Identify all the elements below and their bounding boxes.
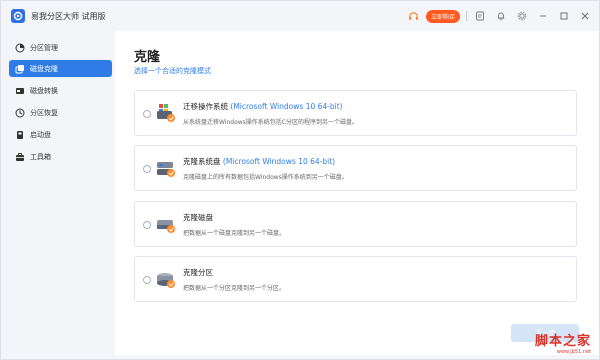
- option-title: 克隆系统盘 (Microsoft Windows 10 64-bit): [183, 156, 335, 167]
- sidebar-item-toolbox[interactable]: 工具箱: [9, 148, 112, 165]
- radio-button[interactable]: [143, 165, 151, 173]
- watermark-url: www.jb51.net: [556, 349, 591, 355]
- option-title-text: 克隆系统盘: [183, 157, 223, 166]
- sidebar-item-label: 磁盘克隆: [30, 64, 58, 73]
- clone-system-disk-icon: [155, 157, 177, 179]
- option-description: 克隆磁盘上的所有数据包括Windows操作系统到另一个磁盘。: [183, 174, 348, 181]
- app-title: 易我分区大师 试用版: [31, 11, 106, 21]
- sidebar-item-bootdisk[interactable]: 启动盘: [9, 126, 112, 143]
- option-title: 迁移操作系统 (Microsoft Windows 10 64-bit): [183, 101, 343, 112]
- option-card-migrate-os[interactable]: 迁移操作系统 (Microsoft Windows 10 64-bit) 从系统…: [134, 90, 577, 136]
- main-panel: 克隆 选择一个合适的克隆模式 迁移操作系统 (Microsoft Windows…: [115, 31, 599, 355]
- divider: [466, 11, 467, 21]
- option-card-clone-disk[interactable]: 克隆磁盘 把数据从一个磁盘克隆到另一个磁盘。: [134, 201, 577, 247]
- sidebar: 分区管理 磁盘克隆 磁盘转换 分区恢复 启动盘 工具箱: [1, 31, 115, 359]
- option-title: 克隆磁盘: [183, 212, 213, 223]
- clone-partition-icon: [155, 268, 177, 290]
- watermark-text: 脚本之家: [534, 334, 591, 349]
- toolbox-icon: [15, 152, 25, 162]
- buy-now-button[interactable]: 立即购买: [425, 9, 460, 23]
- maximize-icon[interactable]: [556, 8, 572, 24]
- option-title-text: 克隆磁盘: [183, 213, 213, 222]
- sidebar-item-clone[interactable]: 磁盘克隆: [9, 60, 112, 77]
- headset-icon[interactable]: [406, 8, 422, 24]
- app-window: 易我分区大师 试用版 立即购买 分区管理 磁盘克隆 磁盘转换 分区恢复 启动盘 …: [0, 0, 600, 360]
- sidebar-item-partition[interactable]: 分区管理: [9, 39, 112, 56]
- sidebar-item-label: 磁盘转换: [30, 86, 58, 95]
- radio-button[interactable]: [143, 276, 151, 284]
- radio-button[interactable]: [143, 221, 151, 229]
- option-os-label: (Microsoft Windows 10 64-bit): [222, 157, 336, 166]
- sidebar-item-label: 启动盘: [30, 130, 51, 139]
- watermark: 脚本之家 www.jb51.net: [535, 330, 591, 355]
- option-title-text: 迁移操作系统: [183, 102, 231, 111]
- close-icon[interactable]: [577, 8, 593, 24]
- radio-button[interactable]: [143, 110, 151, 118]
- option-description: 把数据从一个磁盘克隆到另一个磁盘。: [183, 230, 286, 237]
- titlebar: 易我分区大师 试用版 立即购买: [1, 1, 599, 31]
- option-os-label: (Microsoft Windows 10 64-bit): [230, 102, 343, 111]
- minimize-icon[interactable]: [535, 8, 551, 24]
- bootdisk-icon: [15, 130, 25, 140]
- clone-icon: [15, 64, 25, 74]
- option-description: 从系统盘迁移Windows操作系统包括C分区的程序到另一个磁盘。: [183, 119, 358, 126]
- option-card-clone-system-disk[interactable]: 克隆系统盘 (Microsoft Windows 10 64-bit) 克隆磁盘…: [134, 145, 577, 191]
- page-title: 克隆: [134, 50, 161, 65]
- convert-icon: [15, 86, 25, 96]
- partition-icon: [15, 43, 25, 53]
- sidebar-item-label: 工具箱: [30, 152, 51, 161]
- notes-icon[interactable]: [472, 8, 488, 24]
- migrate-os-icon: [155, 102, 177, 124]
- recovery-icon: [15, 108, 25, 118]
- page-subtitle: 选择一个合适的克隆模式: [134, 67, 211, 75]
- option-title: 克隆分区: [183, 267, 213, 278]
- option-description: 把数据从一个分区克隆到另一个分区。: [183, 285, 286, 292]
- sidebar-item-label: 分区恢复: [30, 108, 58, 117]
- app-logo-icon: [11, 9, 25, 23]
- option-title-text: 克隆分区: [183, 268, 213, 277]
- option-card-clone-partition[interactable]: 克隆分区 把数据从一个分区克隆到另一个分区。: [134, 256, 577, 302]
- clone-disk-icon: [155, 213, 177, 235]
- sidebar-item-convert[interactable]: 磁盘转换: [9, 82, 112, 99]
- sidebar-item-recovery[interactable]: 分区恢复: [9, 104, 112, 121]
- bell-icon[interactable]: [493, 8, 509, 24]
- sidebar-item-label: 分区管理: [30, 43, 58, 52]
- settings-icon[interactable]: [514, 8, 530, 24]
